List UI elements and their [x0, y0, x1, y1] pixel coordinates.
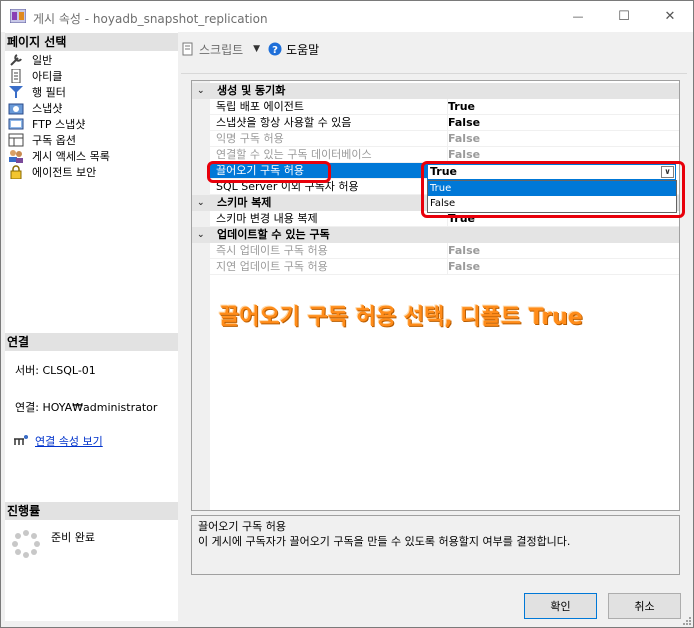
toolbar: 스크립트 ▼ ? 도움말 [181, 37, 681, 61]
help-button[interactable]: ? 도움말 [268, 41, 319, 58]
progress-header: 진행률 [5, 502, 178, 520]
property-name: 독립 배포 에이전트 [216, 100, 304, 113]
property-value: False [447, 259, 679, 275]
category-label: 업데이트할 수 있는 구독 [217, 228, 330, 241]
minimize-button[interactable]: — [555, 1, 601, 32]
property-name: 지연 업데이트 구독 허용 [216, 260, 328, 273]
annotation-box-property [207, 161, 331, 183]
ok-button[interactable]: 확인 [524, 593, 597, 619]
category-updatable-subscriptions[interactable]: ⌄ 업데이트할 수 있는 구독 [192, 227, 679, 243]
annotation-text: 끌어오기 구독 허용 선택, 디폴트 True [219, 305, 583, 330]
collapse-chevron-icon: ⌄ [197, 86, 205, 96]
property-value: False [447, 131, 679, 147]
category-label: 생성 및 동기화 [217, 84, 286, 97]
left-panel: 페이지 선택 일반 아티클 행 필터 스냅샷 FTP 스냅샷 구독 옵션 게시 … [5, 32, 178, 621]
close-button[interactable]: ✕ [647, 1, 693, 32]
connection-properties-icon [14, 435, 28, 445]
page-item-agent-security[interactable]: 에이전트 보안 [8, 164, 96, 180]
window-title: 게시 속성 - hoyadb_snapshot_replication [33, 12, 268, 26]
page-item-label: 에이전트 보안 [32, 166, 97, 179]
help-label: 도움말 [286, 42, 320, 57]
page-item-label: 게시 액세스 목록 [32, 150, 110, 163]
description-title: 끌어오기 구독 허용 [198, 520, 286, 533]
lock-icon [10, 165, 22, 179]
maximize-icon: ☐ [618, 9, 630, 24]
property-name: 스키마 변경 내용 복제 [216, 212, 318, 225]
script-dropdown-arrow[interactable]: ▼ [253, 44, 260, 54]
page-item-label: 아티클 [32, 70, 63, 83]
collapse-chevron-icon: ⌄ [197, 198, 205, 208]
minimize-icon: — [572, 10, 584, 23]
spinner-icon [12, 530, 40, 558]
collapse-chevron-icon: ⌄ [197, 230, 205, 240]
page-item-access-list[interactable]: 게시 액세스 목록 [8, 148, 110, 164]
view-connection-properties-link[interactable]: 연결 속성 보기 [35, 433, 103, 449]
grid-gutter [192, 81, 210, 510]
cancel-button[interactable]: 취소 [608, 593, 681, 619]
page-item-ftp-snapshot[interactable]: FTP 스냅샷 [8, 116, 85, 132]
script-button[interactable]: 스크립트 [181, 41, 243, 58]
property-value: True [447, 99, 679, 115]
server-label: 서버: CLSQL-01 [15, 364, 96, 377]
page-item-label: 스냅샷 [32, 102, 63, 115]
property-name: 익명 구독 허용 [216, 132, 284, 145]
connection-label: 연결: HOYA₩administrator [15, 401, 158, 414]
page-item-articles[interactable]: 아티클 [8, 68, 62, 84]
page-item-row-filter[interactable]: 행 필터 [8, 84, 66, 100]
property-row[interactable]: 독립 배포 에이전트 True [210, 99, 679, 115]
subscription-options-icon [8, 133, 24, 147]
wrench-icon [10, 54, 22, 66]
description-text: 이 게시에 구독자가 끌어오기 구독을 만들 수 있도록 허용할지 여부를 결정… [198, 535, 571, 548]
property-row[interactable]: 즉시 업데이트 구독 허용 False [210, 243, 679, 259]
page-item-label: 구독 옵션 [32, 134, 76, 147]
resize-grip-icon[interactable] [681, 615, 691, 625]
page-select-header: 페이지 선택 [5, 33, 178, 51]
property-value: False [447, 243, 679, 259]
toolbar-separator [181, 73, 687, 74]
app-icon [10, 9, 26, 23]
maximize-button[interactable]: ☐ [601, 1, 647, 32]
description-panel: 끌어오기 구독 허용 이 게시에 구독자가 끌어오기 구독을 만들 수 있도록 … [191, 515, 680, 575]
page-item-label: 일반 [32, 54, 53, 67]
publication-properties-window: 게시 속성 - hoyadb_snapshot_replication — ☐ … [0, 0, 694, 628]
property-name: 스냅샷을 항상 사용할 수 있음 [216, 116, 352, 129]
title-bar: 게시 속성 - hoyadb_snapshot_replication — ☐ … [1, 1, 693, 32]
page-item-subscription-options[interactable]: 구독 옵션 [8, 132, 76, 148]
script-label: 스크립트 [199, 42, 244, 57]
page-item-general[interactable]: 일반 [8, 52, 52, 68]
category-label: 스키마 복제 [217, 196, 272, 209]
page-item-label: 행 필터 [32, 86, 66, 99]
page-item-label: FTP 스냅샷 [32, 118, 86, 131]
filter-icon [9, 86, 23, 98]
help-icon: ? [268, 42, 282, 56]
property-value: False [447, 115, 679, 131]
script-icon [182, 42, 193, 56]
property-name: 즉시 업데이트 구독 허용 [216, 244, 328, 257]
category-generation-sync[interactable]: ⌄ 생성 및 동기화 [192, 83, 679, 99]
close-icon: ✕ [664, 9, 676, 24]
article-icon [11, 69, 21, 83]
snapshot-icon [8, 103, 24, 115]
property-row[interactable]: 지연 업데이트 구독 허용 False [210, 259, 679, 275]
page-item-snapshot[interactable]: 스냅샷 [8, 100, 62, 116]
property-row[interactable]: 익명 구독 허용 False [210, 131, 679, 147]
property-row[interactable]: 스냅샷을 항상 사용할 수 있음 False [210, 115, 679, 131]
property-grid: ⌄ 생성 및 동기화 독립 배포 에이전트 True 스냅샷을 항상 사용할 수… [191, 80, 680, 511]
access-list-icon [9, 150, 23, 163]
connection-header: 연결 [5, 333, 178, 351]
ftp-icon [8, 118, 24, 130]
svg-text:?: ? [272, 45, 278, 56]
progress-status: 준비 완료 [51, 531, 95, 544]
annotation-box-dropdown [421, 161, 685, 218]
